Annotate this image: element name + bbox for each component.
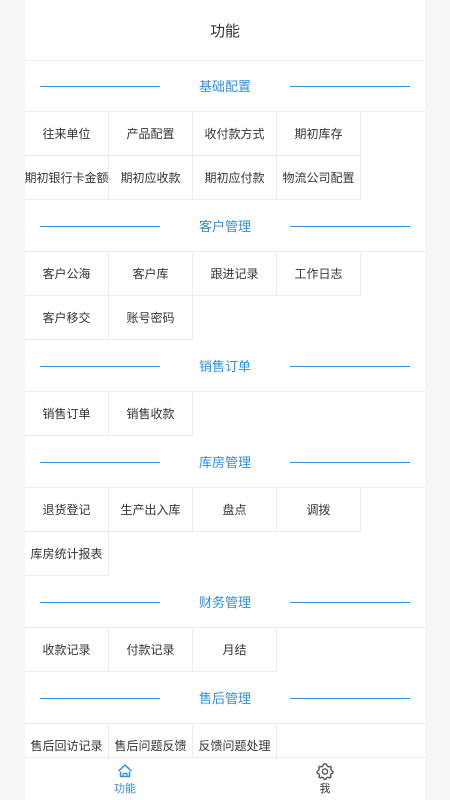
function-item[interactable]: 客户移交 <box>25 296 109 340</box>
function-item[interactable]: 收款记录 <box>25 628 109 672</box>
tab-me[interactable]: 我 <box>225 758 425 800</box>
section-header: 销售订单 <box>25 340 425 391</box>
tab-me-label: 我 <box>319 782 331 795</box>
function-item[interactable]: 物流公司配置 <box>277 156 361 200</box>
function-item[interactable]: 售后回访记录 <box>25 724 109 758</box>
section-title: 售后管理 <box>186 688 263 707</box>
function-item[interactable]: 期初银行卡金额 <box>25 156 109 200</box>
function-item[interactable]: 期初应付款 <box>193 156 277 200</box>
divider-line <box>290 85 410 87</box>
divider-line <box>40 85 160 87</box>
function-list[interactable]: 基础配置往来单位 产品配置 收付款方式 期初库存期初银行卡金额 期初应收款 期初应付款 物流… <box>25 60 425 758</box>
function-item[interactable]: 产品配置 <box>109 112 193 156</box>
section-header: 售后管理 <box>25 672 425 723</box>
section-title: 基础配置 <box>186 76 263 95</box>
function-grid: 收款记录 付款记录 月结 <box>25 627 425 672</box>
function-item[interactable]: 收付款方式 <box>193 112 277 156</box>
function-grid: 客户公海 客户库 跟进记录 工作日志客户移交 账号密码 <box>25 251 425 340</box>
top-bar: 功能 <box>25 0 425 61</box>
function-item[interactable]: 生产出入库 <box>109 488 193 532</box>
function-item[interactable]: 退货登记 <box>25 488 109 532</box>
gear-icon <box>316 762 334 780</box>
section-header: 基础配置 <box>25 60 425 111</box>
section-header: 财务管理 <box>25 576 425 627</box>
divider-line <box>40 365 160 367</box>
function-item[interactable]: 库房统计报表 <box>25 532 109 576</box>
function-item[interactable]: 期初库存 <box>277 112 361 156</box>
function-item[interactable]: 客户公海 <box>25 252 109 296</box>
function-grid: 售后回访记录 售后问题反馈 反馈问题处理 <box>25 723 425 758</box>
tab-functions-label: 功能 <box>114 782 136 795</box>
divider-line <box>40 697 160 699</box>
function-item[interactable]: 工作日志 <box>277 252 361 296</box>
divider-line <box>40 461 160 463</box>
tab-functions[interactable]: 功能 <box>25 758 225 800</box>
section-title: 库房管理 <box>186 452 263 471</box>
function-item[interactable]: 往来单位 <box>25 112 109 156</box>
page-title: 功能 <box>209 21 240 40</box>
divider-line <box>290 225 410 227</box>
app-window: 功能 基础配置往来单位 产品配置 收付款方式 期初库存期初银行卡金额 期初应收款 期初应付… <box>25 0 425 800</box>
function-item[interactable]: 调拨 <box>277 488 361 532</box>
function-item[interactable]: 跟进记录 <box>193 252 277 296</box>
function-item[interactable]: 盘点 <box>193 488 277 532</box>
function-item[interactable]: 销售收款 <box>109 392 193 436</box>
function-item[interactable]: 月结 <box>193 628 277 672</box>
function-grid: 销售订单 销售收款 <box>25 391 425 436</box>
function-item[interactable]: 账号密码 <box>109 296 193 340</box>
home-icon <box>116 762 134 780</box>
divider-line <box>290 461 410 463</box>
function-grid: 退货登记 生产出入库 盘点 调拨库房统计报表 <box>25 487 425 576</box>
function-item[interactable]: 售后问题反馈 <box>109 724 193 758</box>
section-title: 财务管理 <box>186 592 263 611</box>
divider-line <box>40 225 160 227</box>
function-item[interactable]: 付款记录 <box>109 628 193 672</box>
function-item[interactable]: 期初应收款 <box>109 156 193 200</box>
divider-line <box>290 697 410 699</box>
divider-line <box>290 601 410 603</box>
bottom-tab-bar: 功能 我 <box>25 757 425 800</box>
section-header: 客户管理 <box>25 200 425 251</box>
function-item[interactable]: 销售订单 <box>25 392 109 436</box>
function-grid: 往来单位 产品配置 收付款方式 期初库存期初银行卡金额 期初应收款 期初应付款 物流公司配置 <box>25 111 425 200</box>
divider-line <box>40 601 160 603</box>
section-header: 库房管理 <box>25 436 425 487</box>
function-item[interactable]: 客户库 <box>109 252 193 296</box>
section-title: 客户管理 <box>186 216 263 235</box>
function-item[interactable]: 反馈问题处理 <box>193 724 277 758</box>
divider-line <box>290 365 410 367</box>
section-title: 销售订单 <box>186 356 263 375</box>
